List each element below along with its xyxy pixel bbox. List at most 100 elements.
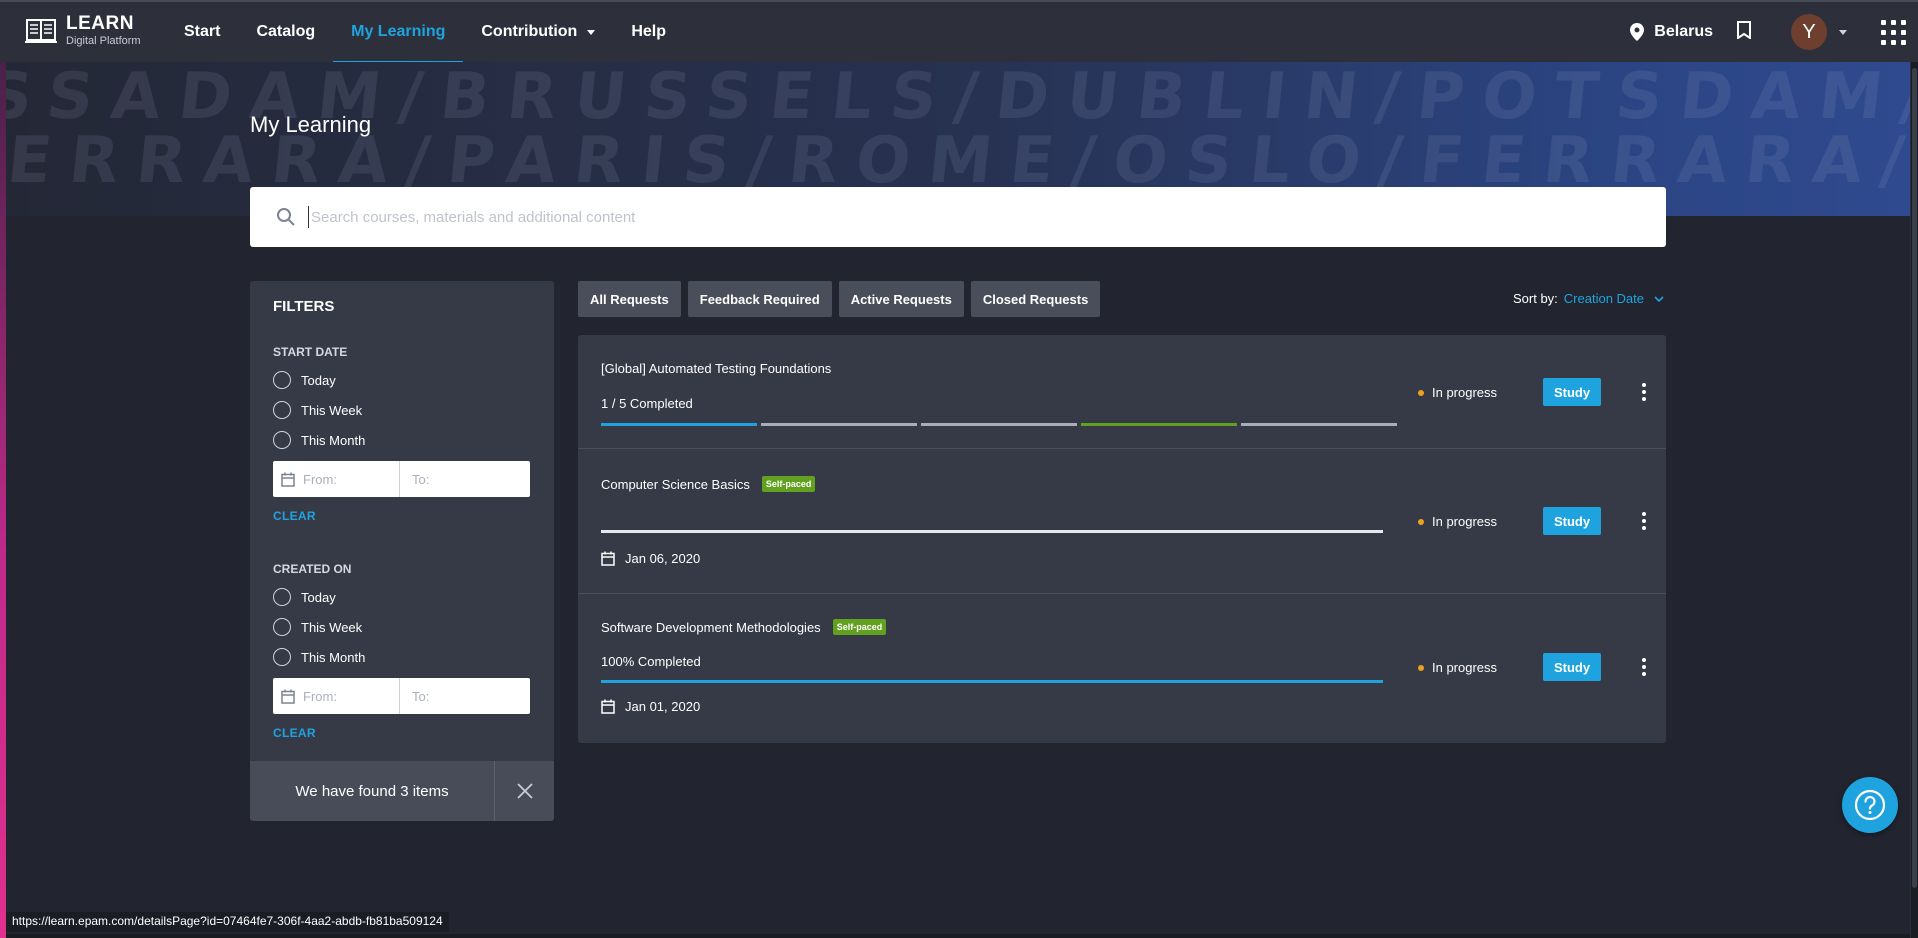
course-title[interactable]: [Global] Automated Testing Foundations xyxy=(601,361,831,376)
bookmark-icon xyxy=(1737,20,1751,40)
avatar-initial: Y xyxy=(1802,20,1816,43)
course-title[interactable]: Software Development Methodologies Self-… xyxy=(601,619,887,635)
nav-help-label: Help xyxy=(631,23,666,40)
filters-panel: FILTERS START DATE Today This Week This … xyxy=(250,281,554,821)
more-options-icon[interactable] xyxy=(1638,379,1650,405)
progress-fill xyxy=(601,680,1383,683)
tab-active-requests[interactable]: Active Requests xyxy=(838,281,964,317)
study-button[interactable]: Study xyxy=(1543,653,1601,681)
bookmark-button[interactable] xyxy=(1737,20,1751,44)
location-selector[interactable]: Belarus xyxy=(1630,23,1713,41)
created-on-clear-button[interactable]: CLEAR xyxy=(273,726,316,740)
study-button[interactable]: Study xyxy=(1543,507,1601,535)
logo-subtitle: Digital Platform xyxy=(66,35,141,47)
nav-help[interactable]: Help xyxy=(613,2,684,62)
radio-circle-icon xyxy=(273,588,291,606)
start-date-this-week-radio[interactable]: This Week xyxy=(273,401,362,419)
nav-catalog[interactable]: Catalog xyxy=(238,2,333,62)
start-date-range: From: To: xyxy=(273,461,530,497)
study-button[interactable]: Study xyxy=(1543,378,1601,406)
radio-circle-icon xyxy=(273,401,291,419)
nav-my-learning-label: My Learning xyxy=(351,23,446,40)
request-tabs: All Requests Feedback Required Active Re… xyxy=(578,281,1101,317)
to-placeholder: To: xyxy=(412,688,430,704)
results-list: [Global] Automated Testing Foundations 1… xyxy=(578,335,1666,743)
created-on-to-field[interactable]: To: xyxy=(400,678,530,714)
search-input[interactable] xyxy=(308,206,1608,228)
progress-bar xyxy=(601,680,1383,683)
course-date-text: Jan 01, 2020 xyxy=(625,699,701,714)
link-preview-statusbar: https://learn.epam.com/detailsPage?id=07… xyxy=(6,912,449,932)
created-on-label: CREATED ON xyxy=(273,562,352,576)
search-bar xyxy=(250,187,1666,247)
start-date-today-radio[interactable]: Today xyxy=(273,371,336,389)
tab-closed-requests[interactable]: Closed Requests xyxy=(970,281,1101,317)
radio-label: Today xyxy=(301,589,336,605)
help-button[interactable] xyxy=(1842,777,1898,833)
status-text: In progress xyxy=(1432,660,1498,675)
nav-my-learning[interactable]: My Learning xyxy=(333,2,464,63)
chevron-down-icon xyxy=(1654,295,1664,302)
logo[interactable]: LEARN Digital Platform xyxy=(24,14,141,48)
course-title-text: [Global] Automated Testing Foundations xyxy=(601,361,832,376)
status-text: In progress xyxy=(1432,385,1498,400)
tab-all-requests[interactable]: All Requests xyxy=(578,281,681,317)
from-placeholder: From: xyxy=(303,471,337,487)
created-on-this-month-radio[interactable]: This Month xyxy=(273,648,365,666)
created-on-from-field[interactable]: From: xyxy=(273,678,400,714)
avatar[interactable]: Y xyxy=(1791,14,1827,50)
created-on-this-week-radio[interactable]: This Week xyxy=(273,618,362,636)
status-dot-icon xyxy=(1418,664,1424,671)
sort-dropdown[interactable]: Creation Date xyxy=(1564,291,1664,306)
list-item: [Global] Automated Testing Foundations 1… xyxy=(578,335,1666,449)
filters-title: FILTERS xyxy=(273,298,335,315)
self-paced-badge: Self-paced xyxy=(832,619,887,635)
tab-feedback-required[interactable]: Feedback Required xyxy=(687,281,832,317)
app-launcher-icon[interactable] xyxy=(1881,19,1906,45)
page-title: My Learning xyxy=(250,112,372,137)
start-date-this-month-radio[interactable]: This Month xyxy=(273,431,365,449)
status-badge: In progress xyxy=(1418,385,1497,400)
segmented-progress xyxy=(601,423,1397,426)
page-scrollbar[interactable] xyxy=(1910,62,1918,938)
progress-segment xyxy=(1241,423,1397,426)
reset-filters-button[interactable] xyxy=(494,761,554,821)
scrollbar-thumb[interactable] xyxy=(1912,68,1917,888)
radio-label: Today xyxy=(301,372,336,388)
search-icon xyxy=(277,208,295,226)
status-dot-icon xyxy=(1418,518,1424,525)
radio-label: This Month xyxy=(301,649,366,665)
start-date-clear-button[interactable]: CLEAR xyxy=(273,509,316,523)
course-date: Jan 01, 2020 xyxy=(601,699,700,714)
status-text: In progress xyxy=(1432,514,1498,529)
progress-segment xyxy=(921,423,1077,426)
progress-text: 1 / 5 Completed xyxy=(601,396,693,411)
top-navigation-bar: LEARN Digital Platform Start Catalog My … xyxy=(0,0,1918,63)
results-count-text: We have found 3 items xyxy=(295,782,449,800)
results-count-bar: We have found 3 items xyxy=(250,761,554,821)
nav-contribution-label: Contribution xyxy=(481,23,578,40)
created-on-today-radio[interactable]: Today xyxy=(273,588,336,606)
radio-circle-icon xyxy=(273,648,291,666)
course-title-text: Computer Science Basics xyxy=(601,476,750,492)
main-nav: Start Catalog My Learning Contribution H… xyxy=(166,2,684,63)
start-date-from-field[interactable]: From: xyxy=(273,461,400,497)
status-dot-icon xyxy=(1418,389,1424,396)
progress-segment xyxy=(601,423,757,426)
progress-text: 100% Completed xyxy=(601,654,701,669)
location-label: Belarus xyxy=(1654,23,1713,40)
nav-start[interactable]: Start xyxy=(166,2,238,62)
more-options-icon[interactable] xyxy=(1638,654,1650,680)
list-item: Software Development Methodologies Self-… xyxy=(578,594,1666,743)
start-date-to-field[interactable]: To: xyxy=(400,461,530,497)
calendar-icon xyxy=(281,689,295,704)
logo-title: LEARN xyxy=(66,13,134,34)
location-pin-icon xyxy=(1630,23,1645,41)
status-badge: In progress xyxy=(1418,660,1497,675)
avatar-chevron-down-icon[interactable] xyxy=(1839,29,1847,35)
close-icon xyxy=(516,783,533,799)
more-options-icon[interactable] xyxy=(1638,508,1650,534)
course-title[interactable]: Computer Science Basics Self-paced xyxy=(601,476,816,492)
nav-contribution[interactable]: Contribution xyxy=(463,2,613,62)
course-title-text: Software Development Methodologies xyxy=(601,619,821,635)
